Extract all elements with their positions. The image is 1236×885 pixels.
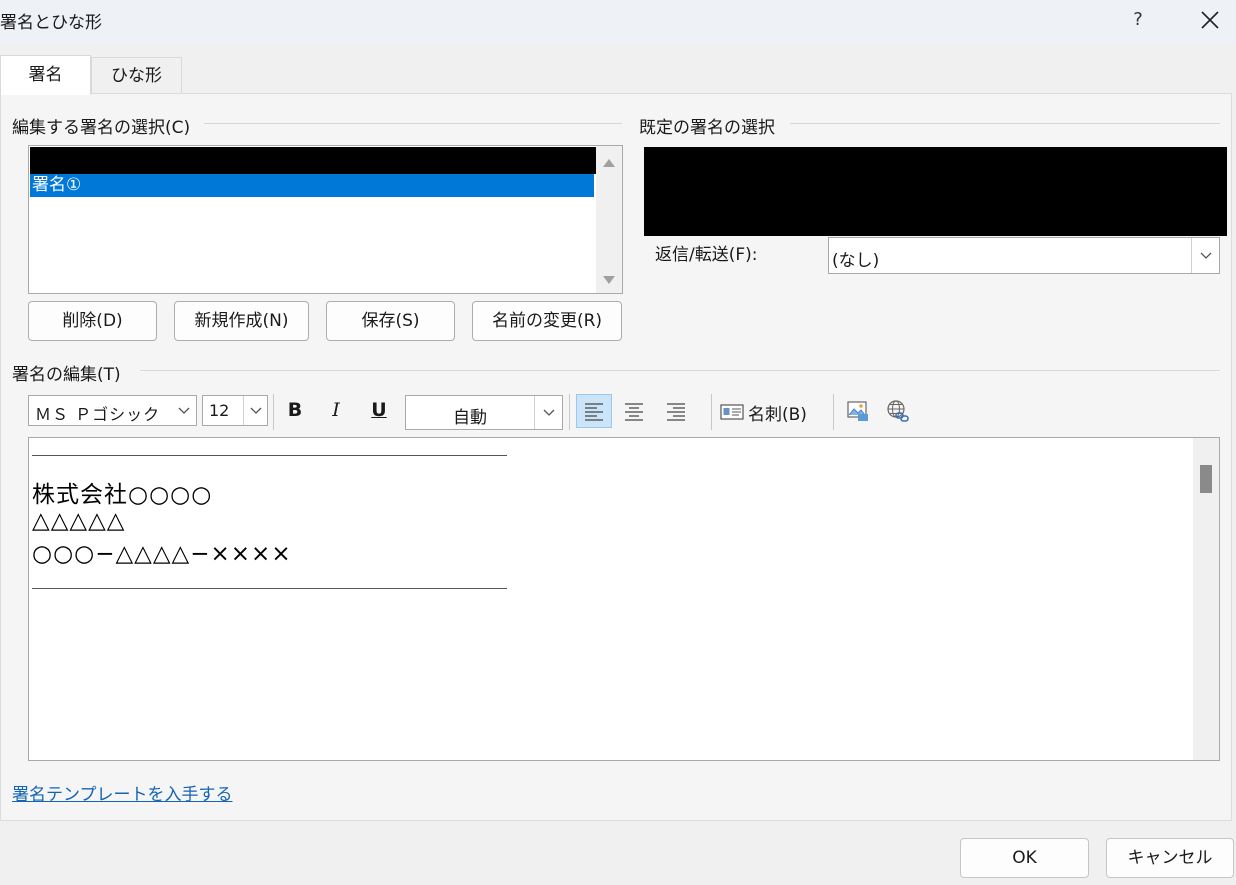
font-size-value: 12 [209,401,230,420]
font-color-value: 自動 [453,408,487,428]
font-select[interactable]: ＭＳ Ｐゴシック [28,395,197,426]
close-icon [1201,11,1219,29]
font-value: ＭＳ Ｐゴシック [35,405,161,424]
horizontal-rule [32,588,507,589]
business-card-icon [720,404,744,420]
toolbar-separator [569,394,570,430]
reply-forward-select[interactable]: (なし) [828,237,1220,274]
scroll-down-icon[interactable] [603,276,615,284]
divider [204,123,622,124]
underline-button[interactable]: U [361,393,397,427]
window-title: 署名とひな形 [0,13,102,33]
save-button[interactable]: 保存(S) [326,301,455,341]
insert-picture-icon [847,401,868,421]
horizontal-rule [32,455,507,456]
rename-button[interactable]: 名前の変更(R) [472,301,622,341]
divider [790,123,1220,124]
list-scrollbar[interactable] [596,146,622,293]
font-color-select[interactable]: 自動 [405,395,563,430]
tab-strip [0,44,1236,93]
hyperlink-button[interactable] [880,394,916,428]
signature-line-company[interactable]: 株式会社○○○○ [32,475,212,509]
title-bar [0,0,1236,44]
align-left-button[interactable] [576,394,612,428]
redacted-list-item[interactable] [30,147,596,174]
align-center-icon [625,403,643,421]
ok-button[interactable]: OK [960,838,1089,878]
close-button[interactable] [1190,2,1230,38]
italic-button[interactable]: I [318,393,354,427]
toolbar-separator [273,394,274,430]
divider [140,370,1220,371]
editor-scroll-thumb[interactable] [1200,465,1212,493]
align-right-button[interactable] [658,394,694,428]
edit-signature-label: 署名の編集(T) [12,365,121,385]
insert-picture-button[interactable] [840,394,876,428]
reply-forward-label: 返信/転送(F): [655,245,758,265]
get-templates-link[interactable]: 署名テンプレートを入手する [12,780,233,805]
business-card-label: 名刺(B) [748,404,807,425]
business-card-button[interactable]: 名刺(B) [720,396,807,428]
redacted-default-settings [644,147,1227,236]
toolbar-separator [833,394,834,430]
hyperlink-icon [887,400,909,422]
list-item-signature-1[interactable]: 署名① [30,174,594,197]
default-signature-label: 既定の署名の選択 [639,118,775,138]
chevron-down-icon [534,396,562,429]
chevron-down-icon [243,396,267,425]
toolbar-separator [711,394,712,430]
align-left-icon [585,403,603,421]
chevron-down-icon [1191,238,1219,273]
reply-forward-value: (なし) [832,251,880,271]
new-button[interactable]: 新規作成(N) [174,301,309,341]
edit-signature-select-label: 編集する署名の選択(C) [12,118,191,138]
signature-line-phone[interactable]: ○○○−△△△△−×××× [32,541,292,567]
bold-button[interactable]: B [277,393,313,427]
align-right-icon [667,403,685,421]
signature-line-name[interactable]: △△△△△ [32,508,125,534]
cancel-button[interactable]: キャンセル [1106,838,1234,878]
chevron-down-icon [172,396,196,425]
help-button[interactable]: ? [1122,4,1154,36]
delete-button[interactable]: 削除(D) [28,301,157,341]
tab-stationery[interactable]: ひな形 [91,57,182,93]
scroll-up-icon[interactable] [603,159,615,167]
font-size-select[interactable]: 12 [202,395,268,426]
tab-signature[interactable]: 署名 [0,55,91,95]
align-center-button[interactable] [616,394,652,428]
